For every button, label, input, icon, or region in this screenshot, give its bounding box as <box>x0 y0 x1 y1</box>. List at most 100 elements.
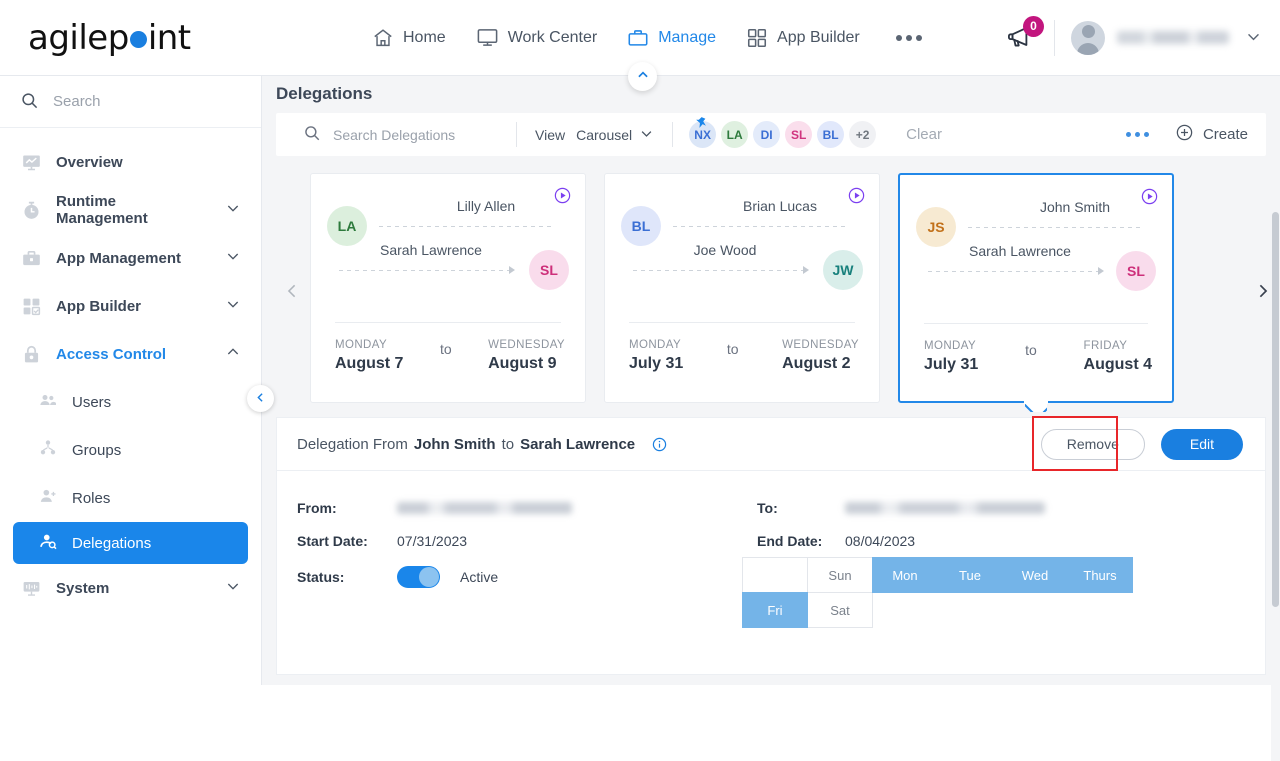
brand-logo-text: agilep int <box>28 17 191 58</box>
info-icon[interactable] <box>651 436 668 453</box>
delegation-card-selected[interactable]: JS John Smith SL Sarah Lawrence MONDAY J… <box>898 173 1174 404</box>
field-end-date: End Date: 08/04/2023 <box>757 524 1217 557</box>
filter-avatar-nx[interactable]: NX <box>689 116 717 148</box>
chevron-down-icon[interactable] <box>225 248 241 268</box>
card-start-day: MONDAY <box>629 339 682 351</box>
create-label: Create <box>1202 126 1248 143</box>
search-icon <box>303 124 321 145</box>
nav-more-icon[interactable] <box>895 34 922 41</box>
sidebar-item-groups[interactable]: Groups <box>0 426 261 474</box>
clear-filters-button[interactable]: Clear <box>892 126 942 143</box>
field-label-status: Status: <box>297 569 345 585</box>
chevron-down-icon[interactable] <box>225 296 241 316</box>
sidebar-item-app-builder[interactable]: App Builder <box>0 282 261 330</box>
sidebar-item-overview[interactable]: Overview <box>0 138 261 186</box>
sidebar-label-app-management: App Management <box>56 249 182 267</box>
chevron-down-icon[interactable] <box>225 200 241 220</box>
delegation-card[interactable]: BL Brian Lucas JW Joe Wood MONDAY July 3… <box>604 173 880 403</box>
sidebar-label-groups: Groups <box>72 441 122 459</box>
week-day-sun[interactable]: Sun <box>807 557 873 593</box>
group-icon <box>38 438 58 462</box>
field-label-start-date: Start Date: <box>297 532 368 549</box>
card-start-date: August 7 <box>335 355 404 372</box>
week-day-tue[interactable]: Tue <box>937 557 1003 593</box>
sidebar-item-users[interactable]: Users <box>0 378 261 426</box>
status-toggle[interactable] <box>397 566 440 588</box>
week-day-thurs[interactable]: Thurs <box>1067 557 1133 593</box>
card-to-word: to <box>726 341 739 357</box>
home-icon <box>372 27 394 49</box>
nav-item-home[interactable]: Home <box>372 27 446 49</box>
field-value-start-date: 07/31/2023 <box>397 532 468 549</box>
sidebar-item-roles[interactable]: Roles <box>0 474 261 522</box>
notifications-button[interactable]: 0 <box>1004 15 1044 56</box>
week-day-wed[interactable]: Wed <box>1002 557 1068 593</box>
chevron-down-icon[interactable] <box>225 578 241 598</box>
chevron-up-icon[interactable] <box>225 344 241 364</box>
avatar-initials: SL <box>1127 263 1145 279</box>
sidebar-collapse-button[interactable] <box>247 385 274 412</box>
avatar-initials: BL <box>822 127 839 142</box>
card-avatar-to: SL <box>1116 251 1156 291</box>
delegation-detail-panel: Delegation From John Smith to Sarah Lawr… <box>276 415 1266 675</box>
sidebar-label-access-control: Access Control <box>56 345 167 363</box>
search-delegations-field[interactable]: Search Delegations <box>276 124 516 145</box>
remove-button[interactable]: Remove <box>1040 428 1145 460</box>
carousel-prev-button[interactable] <box>284 279 301 306</box>
card-date-range: MONDAY July 31 to FRIDAY August 4 <box>924 340 1152 374</box>
card-from-name: Lilly Allen <box>456 198 516 214</box>
brand-logo[interactable]: agilep int <box>0 18 262 58</box>
panel-collapse-button[interactable] <box>628 62 657 91</box>
week-day-mon[interactable]: Mon <box>872 557 938 593</box>
search-input[interactable]: Search Delegations <box>333 127 455 143</box>
delegation-icon <box>38 531 58 555</box>
week-days-selector: Sun Mon Tue Wed Thurs Fri Sat <box>742 557 1142 628</box>
create-button[interactable]: Create <box>1175 123 1248 146</box>
avatar-initials: DI <box>760 127 773 142</box>
card-avatar-to: JW <box>823 250 863 290</box>
sidebar-item-runtime-management[interactable]: Runtime Management <box>0 186 261 234</box>
sidebar-search[interactable]: Search <box>0 76 261 128</box>
field-value-from-redacted <box>397 501 572 514</box>
carousel-next-button[interactable] <box>1254 279 1271 306</box>
filter-avatar-bl[interactable]: BL <box>817 121 845 148</box>
avatar-initials: LA <box>337 218 357 234</box>
detail-from-name: John Smith <box>413 435 496 453</box>
card-delegatee-row: SL Sarah Lawrence <box>311 242 585 300</box>
sidebar-item-system[interactable]: System <box>0 564 261 612</box>
pin-icon <box>694 116 707 132</box>
search-icon <box>20 91 39 113</box>
chevron-down-icon[interactable] <box>1245 28 1262 48</box>
arrow-head-icon <box>803 266 809 274</box>
edit-button[interactable]: Edit <box>1160 428 1243 460</box>
delegation-card[interactable]: LA Lilly Allen SL Sarah Lawrence MONDAY … <box>310 173 586 403</box>
toolbar-right: Create <box>1100 123 1266 146</box>
card-connector-line <box>379 226 554 227</box>
nav-item-manage[interactable]: Manage <box>627 27 716 49</box>
megaphone-icon <box>1004 26 1036 56</box>
sidebar-item-delegations[interactable]: Delegations <box>13 522 248 564</box>
filter-avatar-la[interactable]: LA <box>721 121 749 148</box>
week-day-fri[interactable]: Fri <box>742 592 808 628</box>
scrollbar-thumb[interactable] <box>1272 212 1279 607</box>
week-day-sat[interactable]: Sat <box>807 592 873 628</box>
detail-actions: Remove Edit <box>1031 415 1245 471</box>
field-label-to: To: <box>757 499 778 516</box>
sidebar-label-app-builder: App Builder <box>56 297 141 315</box>
card-to-word: to <box>1025 342 1037 358</box>
nav-item-app-builder[interactable]: App Builder <box>746 27 860 49</box>
card-to-word: to <box>439 341 452 357</box>
sidebar-item-app-management[interactable]: App Management <box>0 234 261 282</box>
filter-avatar-overflow[interactable]: +2 <box>849 121 877 148</box>
content-scrollbar[interactable] <box>1271 152 1280 761</box>
nav-item-work-center[interactable]: Work Center <box>476 26 597 49</box>
sidebar-item-access-control[interactable]: Access Control <box>0 330 261 378</box>
toolbar-more-icon[interactable] <box>1100 132 1175 137</box>
view-dropdown[interactable]: Carousel <box>576 126 654 144</box>
card-end-day: WEDNESDAY <box>488 339 565 351</box>
filter-avatar-sl[interactable]: SL <box>785 121 813 148</box>
filter-avatar-di[interactable]: DI <box>753 121 781 148</box>
card-from-name: Brian Lucas <box>743 198 817 214</box>
field-status: Status: Active <box>297 557 757 597</box>
avatar[interactable] <box>1071 20 1105 55</box>
